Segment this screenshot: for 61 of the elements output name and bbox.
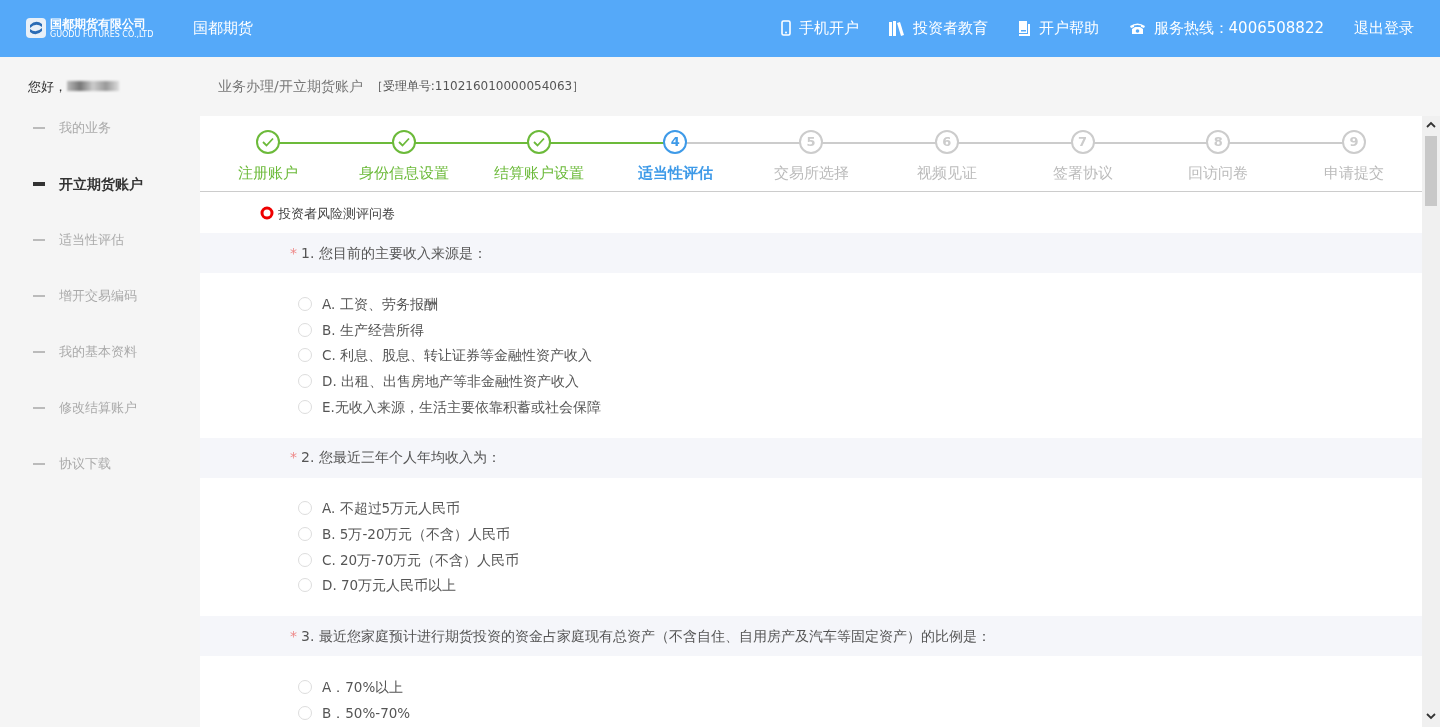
option-label[interactable]: E.无收入来源，生活主要依靠积蓄或社会保障: [322, 396, 601, 417]
option-label[interactable]: B．50%-70%: [322, 702, 411, 723]
company-name: 国都期货有限公司: [50, 17, 147, 31]
step-label: 结算账户设置: [494, 162, 585, 184]
blurred-username: [67, 81, 119, 92]
question-text: 1. 您目前的主要收入来源是：: [301, 243, 487, 263]
required-mark: *: [290, 626, 297, 646]
link-text: 开户帮助: [1038, 18, 1099, 40]
link-text: 服务热线：4006508822: [1153, 18, 1324, 40]
scrollbar[interactable]: [1422, 115, 1440, 727]
site-title: 国都期货: [193, 18, 254, 40]
required-mark: *: [290, 448, 297, 468]
radio-button[interactable]: [298, 527, 312, 542]
radio-button[interactable]: [298, 322, 312, 337]
greeting-text: 您好，: [28, 77, 67, 96]
step-label: 适当性评估: [637, 162, 713, 184]
step-label: 注册账户: [237, 162, 298, 184]
company-subtitle: GUODU FUTURES CO.,LTD: [50, 30, 154, 39]
logo-mark-icon: [26, 18, 46, 39]
scrollbar-thumb[interactable]: [1425, 135, 1437, 206]
breadcrumb: 业务办理/开立期货账户: [218, 76, 363, 96]
option-label[interactable]: C. 20万-70万元（不含）人民币: [322, 549, 520, 570]
ticket-number: ［受理单号:110216010000054063］: [370, 78, 585, 96]
option-label[interactable]: B. 5万-20万元（不含）人民币: [322, 523, 511, 545]
scroll-down-icon[interactable]: [1425, 711, 1437, 721]
scroll-up-icon[interactable]: [1425, 119, 1437, 130]
step-label: 申请提交: [1324, 162, 1385, 184]
option-label[interactable]: D. 70万元人民币以上: [322, 575, 457, 596]
step-label: 回访问卷: [1188, 162, 1249, 184]
document-icon: [1017, 20, 1031, 36]
radio-button[interactable]: [298, 552, 312, 567]
mobile-phone-icon: [780, 20, 791, 37]
radio-button[interactable]: [298, 578, 312, 593]
link-text: 投资者教育: [912, 18, 988, 40]
question-text: 2. 您最近三年个人年均收入为：: [301, 448, 501, 468]
radio-button[interactable]: [298, 348, 312, 363]
step-label: 签署协议: [1052, 162, 1113, 184]
option-label[interactable]: C. 利息、股息、转让证券等金融性资产收入: [322, 345, 592, 366]
survey-title: 投资者风险测评问卷: [278, 204, 395, 223]
radio-marker-icon: [260, 206, 274, 221]
option-label[interactable]: A. 不超过5万元人民币: [322, 498, 461, 519]
sidebar-item[interactable]: 开立期货账户: [0, 156, 200, 213]
telephone-icon: [1128, 21, 1146, 35]
option-label[interactable]: A．70%以上: [322, 677, 404, 698]
radio-button[interactable]: [298, 705, 312, 720]
radio-button[interactable]: [298, 399, 312, 414]
radio-button[interactable]: [298, 374, 312, 388]
option-label[interactable]: D. 出租、出售房地产等非金融性资产收入: [322, 370, 579, 392]
radio-button[interactable]: [298, 501, 312, 516]
step-circle: 4: [663, 129, 688, 154]
required-mark: *: [290, 243, 297, 263]
link-text: 手机开户: [798, 18, 859, 40]
option-label[interactable]: A. 工资、劳务报酬: [322, 293, 438, 315]
step-label: 视频见证: [916, 162, 977, 184]
step-label: 身份信息设置: [358, 162, 449, 184]
radio-button[interactable]: [298, 680, 312, 695]
step-label: 交易所选择: [773, 162, 849, 184]
question-text: 3. 最近您家庭预计进行期货投资的资金占家庭现有总资产（不含自住、自用房产及汽车等固定资产）的比例是：: [301, 626, 991, 646]
books-icon: [888, 20, 905, 36]
radio-button[interactable]: [298, 296, 312, 311]
option-label[interactable]: B. 生产经营所得: [322, 319, 424, 340]
